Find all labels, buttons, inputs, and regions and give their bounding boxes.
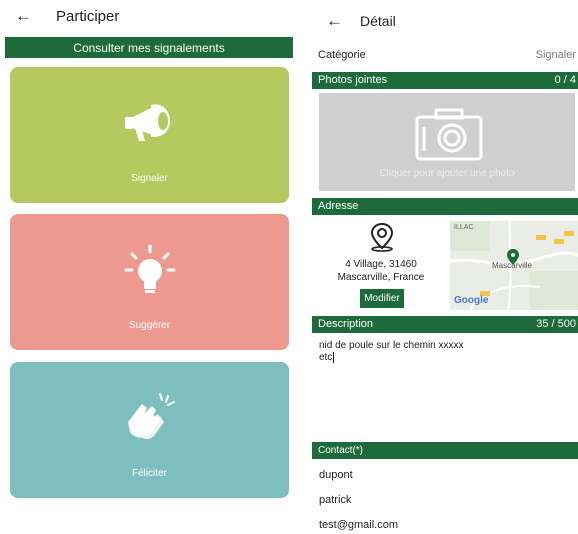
detail-screen: ← Détail Catégorie Signaler Photos joint… [312, 0, 578, 534]
location-pin-icon [370, 222, 394, 252]
description-textarea[interactable]: nid de poule sur le chemin xxxxx etc​ [319, 340, 575, 435]
consult-reports-label: Consulter mes signalements [73, 41, 225, 55]
category-row[interactable]: Catégorie Signaler [312, 47, 578, 67]
description-line-2: etc​ [319, 352, 575, 364]
description-label: Description [318, 318, 374, 330]
text-cursor: ​ [333, 352, 335, 363]
description-line-2-text: etc [319, 352, 333, 363]
address-map[interactable]: ILLAC Mascarville Google [450, 221, 578, 310]
signaler-label: Signaler [131, 173, 168, 184]
add-photo-hint: Cliquer pour ajouter une photo [379, 168, 515, 179]
contact-label: Contact(*) [318, 445, 364, 456]
suggerer-label: Suggérer [128, 320, 171, 331]
participer-screen: ← Participer Consulter mes signalements … [0, 0, 298, 534]
address-label: Adresse [318, 200, 359, 212]
back-arrow-icon[interactable]: ← [326, 11, 343, 31]
signaler-card[interactable]: Signaler [10, 67, 289, 203]
feliciter-card[interactable]: Féliciter [10, 362, 289, 498]
category-label: Catégorie [318, 49, 366, 61]
map-town-label: Mascarville [492, 261, 533, 270]
modify-address-button[interactable]: Modifier [360, 289, 404, 308]
google-logo: Google [454, 295, 489, 306]
photos-count: 0 / 4 [554, 74, 576, 86]
address-section-header: Adresse [312, 198, 578, 215]
category-value: Signaler [535, 49, 576, 61]
address-line-1: 4 Village, 31460 [345, 259, 417, 270]
camera-icon [415, 108, 483, 161]
contact-section-header: Contact(*) [312, 442, 578, 459]
description-count: 35 / 500 [536, 318, 576, 330]
clapping-hands-icon [128, 393, 175, 439]
suggerer-card[interactable]: Suggérer [10, 214, 289, 350]
address-text: 4 Village, 31460 Mascarville, France [312, 258, 450, 284]
description-line-1: nid de poule sur le chemin xxxxx [319, 340, 464, 351]
back-arrow-icon[interactable]: ← [15, 6, 32, 26]
feliciter-label: Féliciter [131, 468, 167, 479]
megaphone-icon [125, 104, 171, 141]
contact-lastname-field[interactable]: dupont [319, 469, 353, 481]
contact-firstname-field[interactable]: patrick [319, 494, 351, 506]
contact-email-field[interactable]: test@gmail.com [319, 519, 398, 531]
photos-label: Photos jointes [318, 74, 388, 86]
address-line-2: Mascarville, France [337, 272, 425, 283]
consult-reports-button[interactable]: Consulter mes signalements [5, 37, 293, 58]
map-place-label: ILLAC [454, 224, 474, 231]
lightbulb-icon [124, 244, 176, 293]
page-title: Détail [360, 13, 396, 29]
page-title: Participer [56, 8, 120, 25]
description-section-header: Description 35 / 500 [312, 316, 578, 333]
add-photo-area[interactable]: Cliquer pour ajouter une photo [319, 93, 575, 191]
photos-section-header: Photos jointes 0 / 4 [312, 72, 578, 89]
